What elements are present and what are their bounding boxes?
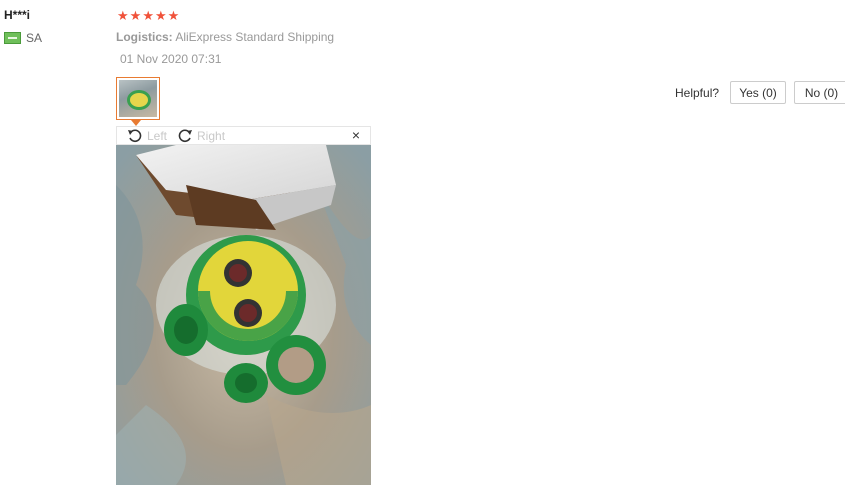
helpful-no-button[interactable]: No (0) [794,81,845,104]
star-icon: ★ [117,8,129,23]
rotate-left-icon [128,129,142,142]
review-date: 01 Nov 2020 07:31 [120,52,222,66]
review-photo [116,145,371,485]
star-icon: ★ [154,8,167,23]
star-icon: ★ [129,8,142,23]
country-code: SA [26,31,43,45]
country: SA [4,31,42,45]
star-icon: ★ [142,8,154,23]
review-photo-thumbnail[interactable] [116,77,160,120]
rotate-left-button[interactable]: Left [127,129,167,143]
thumbnail-image [119,80,157,117]
close-button[interactable]: × [352,127,360,144]
logistics-label: Logistics: [116,30,173,44]
star-icon: ★ [167,8,180,23]
rotate-right-button[interactable]: Right [177,129,225,143]
logistics: Logistics: AliExpress Standard Shipping [116,30,334,44]
rotate-right-icon [178,129,193,142]
star-rating: ★ ★ ★ ★ ★ [117,8,179,23]
helpful-yes-button[interactable]: Yes (0) [730,81,786,104]
review-photo-image [116,145,371,485]
logistics-value: AliExpress Standard Shipping [175,30,335,44]
rotate-left-label: Left [147,128,168,143]
country-flag-icon [4,32,21,44]
rotate-right-label: Right [197,128,226,143]
helpful-label: Helpful? [675,86,720,100]
user-name: H***i [4,8,31,22]
photo-toolbar: Left Right × [116,126,371,145]
